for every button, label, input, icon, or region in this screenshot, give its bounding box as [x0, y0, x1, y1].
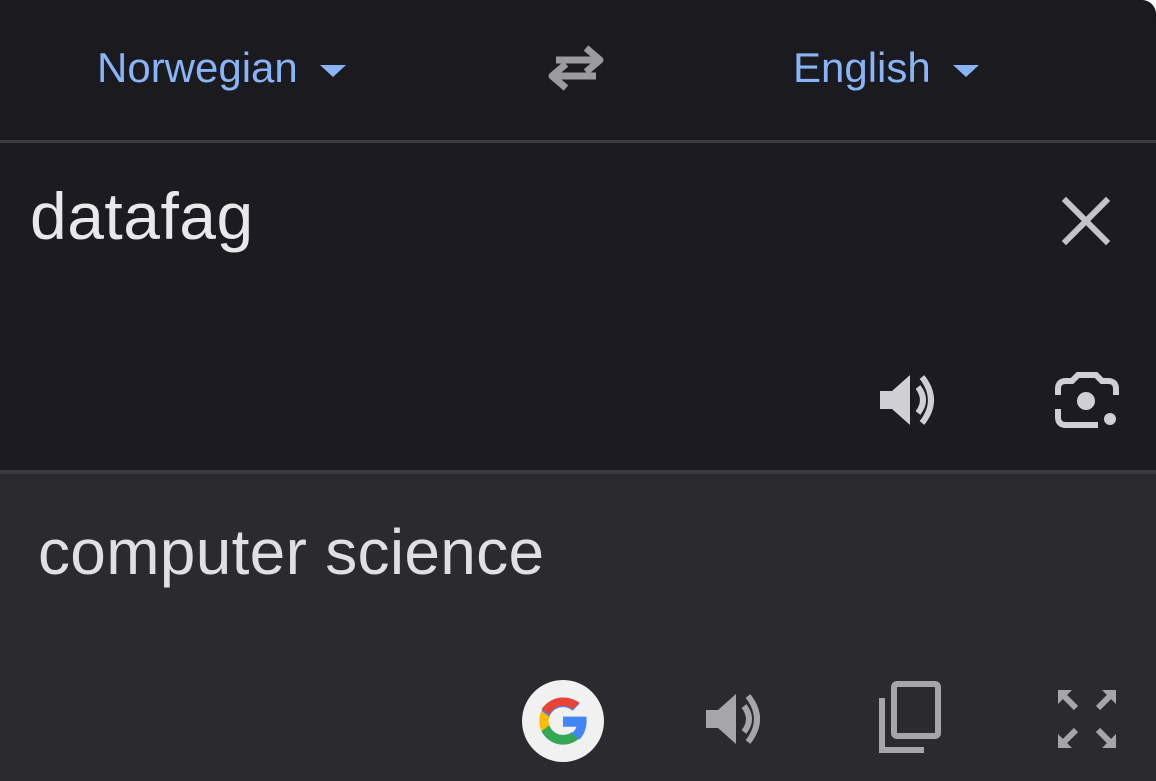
source-text-panel[interactable]: datafag [0, 143, 1156, 470]
target-language-label: English [793, 44, 931, 91]
fullscreen-icon[interactable] [1052, 684, 1122, 754]
translated-text: computer science [38, 516, 545, 588]
google-g-icon [539, 697, 587, 745]
lens-camera-icon[interactable] [1052, 367, 1122, 437]
target-language-selector[interactable]: English [793, 40, 979, 96]
speaker-icon[interactable] [874, 365, 944, 435]
source-text[interactable]: datafag [30, 183, 254, 249]
close-icon[interactable] [1058, 193, 1114, 249]
google-search-button[interactable] [522, 680, 604, 762]
speaker-icon[interactable] [700, 684, 770, 754]
chevron-down-icon [952, 65, 979, 77]
translation-panel: computer science [0, 474, 1156, 781]
source-language-label: Norwegian [97, 44, 298, 91]
language-bar: Norwegian English [0, 0, 1156, 140]
swap-arrows-icon[interactable] [542, 38, 610, 94]
chevron-down-icon [319, 65, 346, 77]
copy-icon[interactable] [876, 680, 942, 756]
source-language-selector[interactable]: Norwegian [97, 40, 346, 96]
window-corner [1128, 0, 1156, 28]
